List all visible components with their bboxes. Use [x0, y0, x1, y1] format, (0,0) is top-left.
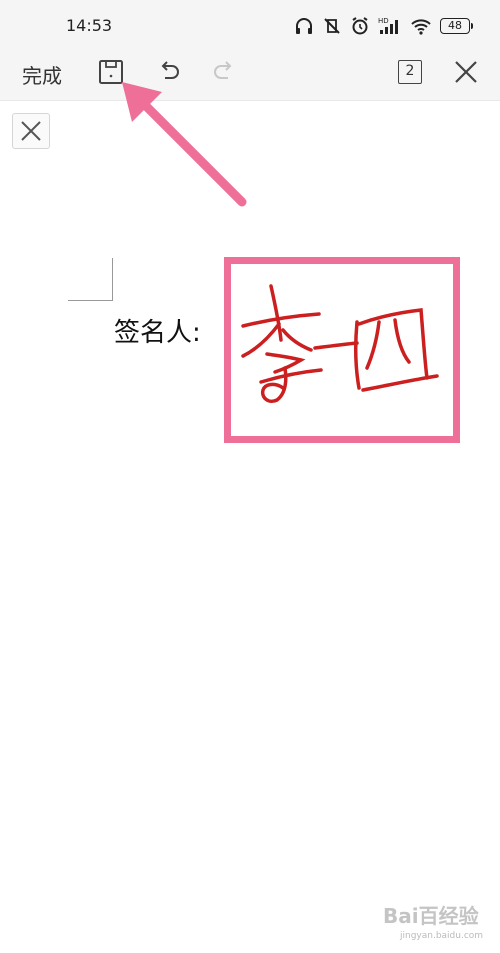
mute-vibrate-icon [324, 18, 340, 34]
save-icon[interactable] [97, 58, 125, 86]
hd-signal-icon: HD [378, 17, 398, 34]
alarm-icon [352, 17, 368, 35]
status-icons: HD 48 [294, 14, 473, 38]
done-button[interactable]: 完成 [22, 60, 62, 89]
status-time: 14:53 [66, 16, 113, 35]
pointer-arrow [122, 82, 247, 207]
svg-text:HD: HD [378, 17, 389, 25]
page-count-button[interactable]: 2 [398, 60, 422, 84]
wifi-icon [411, 19, 431, 35]
battery-icon: 48 [440, 18, 473, 34]
handwritten-signature [241, 284, 439, 403]
close-icon[interactable] [452, 58, 480, 86]
watermark-brand: Bai百经验 [383, 904, 479, 928]
signature-highlight-frame[interactable] [224, 257, 460, 443]
watermark-site: jingyan.baidu.com [400, 931, 484, 941]
close-icon [21, 121, 41, 141]
undo-icon[interactable] [155, 58, 183, 86]
toolbar: 完成 2 [0, 50, 500, 101]
close-signature-button[interactable] [12, 113, 50, 149]
paragraph-corner-mark [68, 258, 113, 301]
status-bar: 14:53 HD 48 [0, 0, 500, 50]
headphones-icon [296, 18, 312, 34]
redo-icon[interactable] [210, 58, 238, 86]
baidu-watermark: Bai百经验 [383, 900, 479, 929]
signer-label: 签名人: [114, 318, 201, 348]
